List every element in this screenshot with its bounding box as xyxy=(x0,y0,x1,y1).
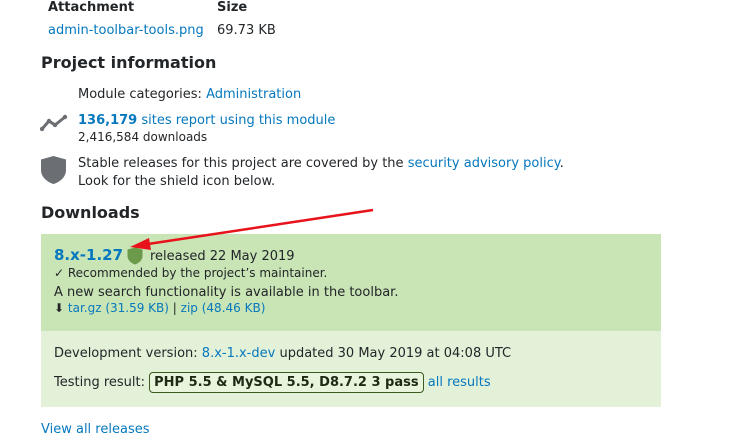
module-category-link[interactable]: Administration xyxy=(206,87,301,102)
sites-usage: 136,179 sites report using this module xyxy=(78,112,335,129)
shield-hint: Look for the shield icon below. xyxy=(78,174,276,189)
release-download-links: ⬇ tar.gz (31.59 KB) | zip (48.46 KB) xyxy=(54,301,265,315)
size-column-header: Size xyxy=(217,0,248,15)
attachment-file-link[interactable]: admin-toolbar-tools.png xyxy=(48,23,204,38)
testing-result-badge[interactable]: PHP 5.5 & MySQL 5.5, D8.7.2 3 pass xyxy=(149,372,424,393)
download-targz-link[interactable]: tar.gz (31.59 KB) xyxy=(68,301,169,315)
annotation-arrow-icon xyxy=(130,208,374,250)
release-description: A new search functionality is available … xyxy=(54,285,399,300)
development-version: Development version: 8.x-1.x-dev updated… xyxy=(54,345,511,362)
module-categories: Module categories: Administration xyxy=(78,86,301,103)
recommended-note: ✓ Recommended by the project’s maintaine… xyxy=(54,266,328,280)
security-advisory-policy-link[interactable]: security advisory policy xyxy=(408,156,560,171)
attachment-file-size: 69.73 KB xyxy=(217,23,276,38)
download-separator: | xyxy=(172,301,177,315)
release-version-link[interactable]: 8.x-1.27 xyxy=(54,246,123,264)
security-shield-icon xyxy=(41,156,66,184)
sites-report-link[interactable]: sites report using this module xyxy=(141,113,335,128)
usage-trend-icon xyxy=(40,114,68,132)
testing-result-label: Testing result: xyxy=(54,375,145,390)
all-results-link[interactable]: all results xyxy=(428,375,491,390)
dev-version-link[interactable]: 8.x-1.x-dev xyxy=(202,346,276,361)
dev-version-label: Development version: xyxy=(54,346,198,361)
sites-count-link[interactable]: 136,179 xyxy=(78,113,137,128)
view-all-releases-link[interactable]: View all releases xyxy=(41,421,149,438)
development-release-box xyxy=(41,331,661,407)
downloads-count: 2,416,584 downloads xyxy=(78,130,208,144)
download-zip-link[interactable]: zip (48.46 KB) xyxy=(181,301,266,315)
download-icon: ⬇ xyxy=(54,301,65,315)
project-information-heading: Project information xyxy=(41,53,217,72)
module-categories-label: Module categories: xyxy=(78,87,202,102)
security-text: Stable releases for this project are cov… xyxy=(78,156,404,171)
testing-result: Testing result: PHP 5.5 & MySQL 5.5, D8.… xyxy=(54,372,491,393)
security-text-period: . xyxy=(559,156,564,171)
security-coverage: Stable releases for this project are cov… xyxy=(78,155,564,172)
attachment-column-header: Attachment xyxy=(48,0,135,15)
dev-version-updated: updated 30 May 2019 at 04:08 UTC xyxy=(279,346,512,361)
